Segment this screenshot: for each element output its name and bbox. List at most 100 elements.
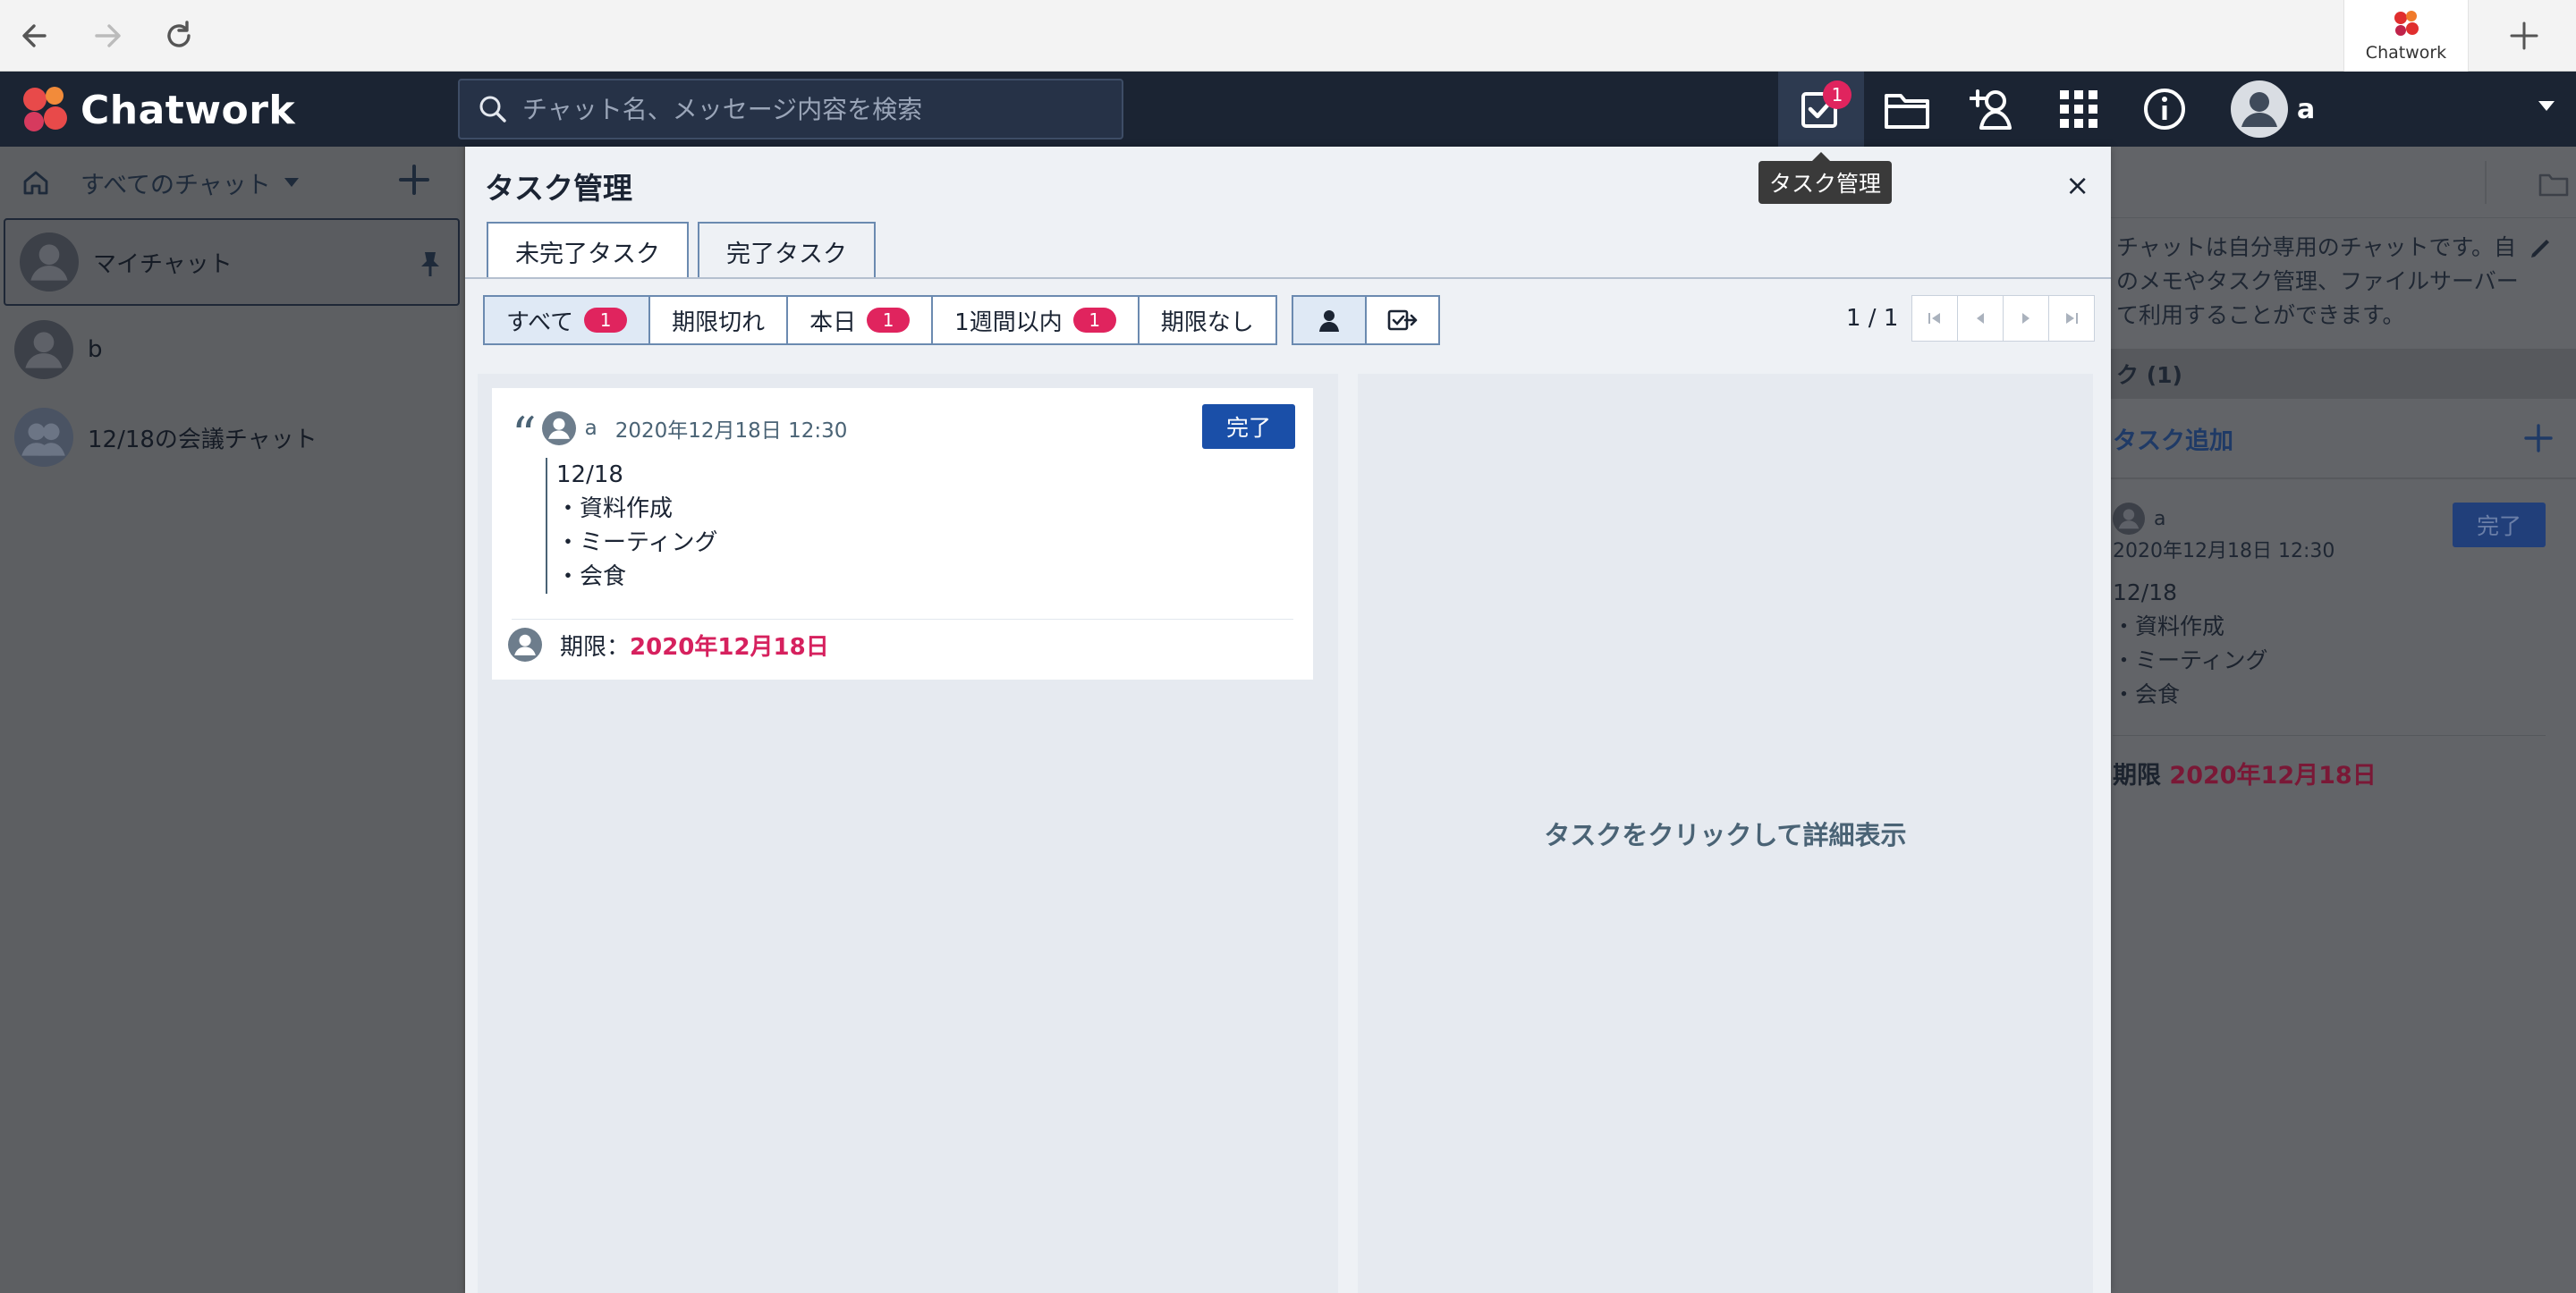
files-button[interactable] [1864, 72, 1950, 147]
task-card-header: “ a 2020年12月18日 12:30 [512, 407, 848, 463]
task-user: a [584, 417, 597, 440]
room-name: マイチャット [93, 250, 233, 278]
forward-button[interactable] [84, 13, 131, 59]
add-task-link[interactable]: タスク追加 [2109, 399, 2576, 477]
complete-task-button[interactable]: 完了 [1202, 404, 1295, 449]
add-contact-icon [1970, 89, 2012, 130]
task-send-icon [1387, 309, 1418, 331]
avatar-icon [20, 232, 79, 292]
page-indicator: 1 / 1 [1846, 305, 1899, 332]
first-page-button[interactable] [1911, 295, 1959, 342]
close-icon: × [2065, 168, 2089, 202]
avatar-icon [2113, 503, 2145, 535]
info-icon [2144, 89, 2185, 130]
sidebar-header: すべてのチャット [0, 147, 463, 218]
browser-tab[interactable]: Chatwork [2343, 0, 2469, 72]
prev-page-button[interactable] [1957, 295, 2004, 342]
tab-complete[interactable]: 完了タスク [698, 222, 876, 279]
user-name: a [2297, 93, 2316, 125]
app-root: Chatwork Chatwork 1 [0, 0, 2576, 1293]
arrow-right-icon [95, 24, 121, 47]
last-page-button[interactable] [2048, 295, 2096, 342]
count-badge: 1 [867, 308, 911, 333]
filter-no-deadline[interactable]: 期限なし [1137, 295, 1277, 345]
due-date: 2020年12月18日 [630, 633, 829, 661]
info-button[interactable] [2122, 72, 2207, 147]
filter-all[interactable]: すべて 1 [483, 295, 651, 345]
room-task-due-date: 2020年12月18日 [2169, 762, 2377, 790]
quote-icon: “ [512, 407, 537, 463]
browser-tab-label: Chatwork [2365, 43, 2447, 63]
chatwork-logo-icon [2394, 11, 2419, 36]
task-button[interactable]: 1 [1778, 72, 1864, 147]
task-modal: タスク管理 × 未完了タスク 完了タスク すべて 1 期限切れ 本日 1 1週間… [465, 147, 2111, 1293]
add-contact-button[interactable] [1950, 72, 2036, 147]
person-icon [1319, 310, 1339, 332]
sidebar-room-b[interactable]: b [0, 306, 463, 393]
pin-button[interactable] [419, 250, 442, 281]
caret-down-icon [284, 178, 299, 187]
room-task-body: 12/18 ・資料作成 ・ミーティング ・会食 [2113, 579, 2268, 707]
prev-page-icon [1977, 313, 1985, 324]
next-page-icon [2022, 313, 2030, 324]
plus-icon [399, 165, 429, 195]
room-task-done-button[interactable]: 完了 [2453, 503, 2546, 547]
chatwork-logo[interactable]: Chatwork [16, 82, 295, 138]
add-chat-button[interactable] [397, 163, 431, 200]
folder-icon [1885, 94, 1929, 129]
my-tasks-button[interactable] [1292, 295, 1367, 345]
reload-button[interactable] [156, 13, 202, 59]
new-tab-button[interactable] [2501, 13, 2547, 59]
group-avatar-icon [14, 408, 73, 467]
modal-title: タスク管理 [485, 171, 632, 206]
back-button[interactable] [13, 13, 59, 59]
user-menu[interactable]: a [2231, 80, 2315, 138]
filter-overdue[interactable]: 期限切れ [648, 295, 789, 345]
divider [512, 619, 1293, 620]
task-section-title: ク (1) [2109, 349, 2576, 399]
tab-incomplete[interactable]: 未完了タスク [487, 222, 689, 279]
plus-icon [2510, 21, 2538, 50]
task-list: “ a 2020年12月18日 12:30 完了 12/18 ・資料作成 ・ミー… [478, 374, 1338, 1293]
browser-toolbar: Chatwork [0, 0, 2576, 72]
search-box[interactable] [458, 79, 1123, 139]
task-time: 2020年12月18日 12:30 [614, 419, 848, 443]
count-badge: 1 [584, 308, 628, 333]
chatwork-logo-icon [23, 87, 67, 131]
edit-icon[interactable] [2528, 234, 2555, 261]
folder-icon[interactable] [2538, 172, 2569, 197]
close-button[interactable]: × [2065, 168, 2089, 202]
task-tooltip: タスク管理 [1758, 152, 1893, 204]
search-icon [479, 96, 506, 123]
task-filters: すべて 1 期限切れ 本日 1 1週間以内 1 期限なし [483, 295, 1277, 345]
room-task-due: 期限 2020年12月18日 [2113, 735, 2546, 790]
assigned-tasks-button[interactable] [1365, 295, 1440, 345]
chat-filter-dropdown[interactable]: すべてのチャット [80, 165, 271, 200]
user-menu-toggle[interactable] [2537, 98, 2556, 116]
due-label: 期限： [560, 633, 631, 661]
caret-down-icon [2538, 101, 2555, 111]
count-badge: 1 [1072, 308, 1116, 333]
detail-hint: タスクをクリックして詳細表示 [1544, 820, 1907, 850]
room-info-panel: チャットは自分専用のチャットです。自 のメモやタスク管理、ファイルサーバー て利… [2109, 147, 2576, 1293]
apps-button[interactable] [2036, 72, 2122, 147]
avatar-icon [2231, 80, 2288, 138]
avatar-icon [508, 628, 542, 662]
divider [2485, 161, 2487, 204]
home-icon[interactable] [21, 168, 50, 197]
sidebar-room-meeting[interactable]: 12/18の会議チャット [0, 393, 463, 481]
avatar-icon [541, 411, 576, 445]
task-card[interactable]: “ a 2020年12月18日 12:30 完了 12/18 ・資料作成 ・ミー… [492, 388, 1313, 680]
search-input[interactable] [522, 94, 1095, 124]
filter-within-week[interactable]: 1週間以内 1 [931, 295, 1140, 345]
add-task-label: タスク追加 [2113, 427, 2233, 455]
next-page-button[interactable] [2003, 295, 2050, 342]
task-badge: 1 [1823, 80, 1852, 109]
filter-today[interactable]: 本日 1 [786, 295, 934, 345]
room-name: b [88, 336, 103, 363]
pagination: 1 / 1 [1846, 295, 2096, 342]
room-task-user: a [2154, 507, 2166, 530]
last-page-icon [2066, 313, 2079, 324]
task-detail-pane: タスクをクリックして詳細表示 [1358, 374, 2093, 1293]
sidebar-room-mychat[interactable]: マイチャット [4, 218, 460, 306]
